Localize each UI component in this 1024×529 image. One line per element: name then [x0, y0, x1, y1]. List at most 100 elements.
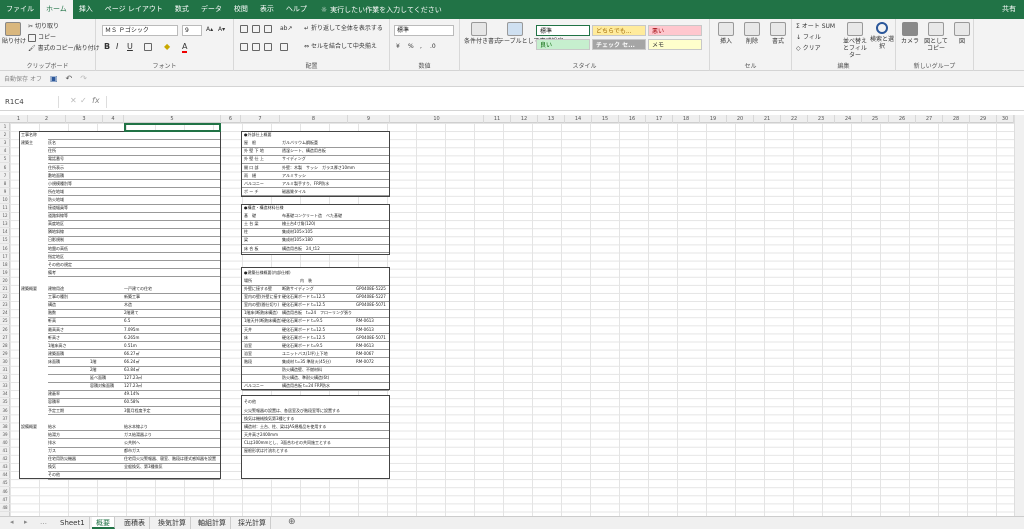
- align-top-button[interactable]: [240, 25, 248, 33]
- row-header[interactable]: 23: [0, 301, 10, 310]
- row-header[interactable]: 15: [0, 236, 10, 245]
- column-header[interactable]: 13: [538, 115, 565, 123]
- row-header[interactable]: 39: [0, 431, 10, 439]
- prev-sheet-icon[interactable]: ◂: [10, 518, 14, 526]
- sort-filter-button[interactable]: 並べ替えとフィルター: [842, 22, 868, 59]
- tab-view[interactable]: 表示: [254, 0, 280, 19]
- row-header[interactable]: 45: [0, 479, 10, 488]
- selected-cell[interactable]: [124, 123, 221, 132]
- vertical-scrollbar[interactable]: [1014, 115, 1024, 516]
- column-header[interactable]: 12: [511, 115, 538, 123]
- fill-button[interactable]: ↓ フィル: [796, 34, 821, 42]
- clear-button[interactable]: ◇ クリア: [796, 45, 821, 53]
- row-header[interactable]: 31: [0, 366, 10, 375]
- redo-icon[interactable]: ↷: [80, 74, 87, 83]
- column-header[interactable]: 6: [221, 115, 241, 123]
- style-bad[interactable]: 悪い: [648, 25, 702, 36]
- column-header[interactable]: 2: [28, 115, 66, 123]
- borders-button[interactable]: [144, 43, 152, 51]
- merge-center-button[interactable]: ⇔ セルを結合して中央揃え: [304, 43, 377, 51]
- tab-page-layout[interactable]: ページ レイアウト: [99, 0, 169, 19]
- row-header[interactable]: 40: [0, 439, 10, 447]
- sheet-tab-area[interactable]: 面積表: [120, 517, 150, 529]
- row-header[interactable]: 42: [0, 455, 10, 464]
- column-header[interactable]: 14: [565, 115, 592, 123]
- row-header[interactable]: 14: [0, 228, 10, 237]
- tab-formulas[interactable]: 数式: [169, 0, 195, 19]
- align-center-button[interactable]: [252, 43, 260, 51]
- font-color-button[interactable]: A: [182, 43, 188, 53]
- row-header[interactable]: 17: [0, 253, 10, 261]
- tab-insert[interactable]: 挿入: [73, 0, 99, 19]
- row-header[interactable]: 2: [0, 131, 10, 140]
- picture-button[interactable]: 図: [952, 22, 972, 45]
- undo-icon[interactable]: ↶: [66, 74, 73, 83]
- style-neutral[interactable]: どちらでも...: [592, 25, 646, 36]
- row-header[interactable]: 9: [0, 188, 10, 196]
- comma-button[interactable]: ,: [420, 43, 422, 51]
- row-header[interactable]: 1: [0, 123, 10, 132]
- camera-button[interactable]: カメラ: [898, 22, 922, 45]
- align-left-button[interactable]: [240, 43, 248, 51]
- row-header[interactable]: 24: [0, 309, 10, 318]
- column-header[interactable]: 24: [835, 115, 862, 123]
- indent-button[interactable]: [280, 43, 288, 51]
- font-shrink-button[interactable]: A▾: [218, 26, 225, 34]
- wrap-text-button[interactable]: ↵ 折り返して全体を表示する: [304, 25, 383, 33]
- tab-review[interactable]: 校閲: [228, 0, 254, 19]
- row-header[interactable]: 26: [0, 326, 10, 334]
- row-header[interactable]: 43: [0, 463, 10, 472]
- row-header[interactable]: 27: [0, 334, 10, 342]
- orientation-button[interactable]: ab↗: [280, 25, 293, 33]
- sheet-tab-overview[interactable]: 概要: [92, 517, 115, 529]
- column-header[interactable]: 27: [916, 115, 943, 123]
- cancel-icon[interactable]: ✕: [70, 96, 77, 105]
- name-box[interactable]: R1C4: [3, 96, 59, 108]
- column-header[interactable]: 21: [754, 115, 781, 123]
- row-header[interactable]: 37: [0, 415, 10, 423]
- column-header[interactable]: 4: [103, 115, 124, 123]
- row-header[interactable]: 4: [0, 147, 10, 156]
- column-header[interactable]: 17: [646, 115, 673, 123]
- column-header[interactable]: 8: [280, 115, 348, 123]
- column-header[interactable]: 7: [241, 115, 280, 123]
- row-header[interactable]: 11: [0, 204, 10, 213]
- row-header[interactable]: 21: [0, 285, 10, 294]
- row-header[interactable]: 6: [0, 164, 10, 172]
- font-name-select[interactable]: ＭＳ Ｐゴシック: [102, 25, 178, 36]
- style-normal[interactable]: 標準: [536, 25, 590, 36]
- format-painter-button[interactable]: 🖌 書式のコピー/貼り付け: [28, 45, 100, 53]
- column-header[interactable]: 29: [970, 115, 997, 123]
- style-check-cell[interactable]: チェック セ...: [592, 39, 646, 50]
- insert-cells-button[interactable]: 挿入: [714, 22, 738, 45]
- more-sheets-icon[interactable]: …: [40, 518, 47, 526]
- next-sheet-icon[interactable]: ▸: [24, 518, 28, 526]
- column-header[interactable]: 3: [66, 115, 103, 123]
- column-header[interactable]: 10: [390, 115, 484, 123]
- decimal-button[interactable]: .0: [430, 43, 436, 51]
- font-grow-button[interactable]: A▴: [206, 26, 213, 34]
- sheet-tab-lighting[interactable]: 採光計算: [234, 517, 271, 529]
- tab-help[interactable]: ヘルプ: [280, 0, 313, 19]
- row-header[interactable]: 34: [0, 390, 10, 399]
- row-header[interactable]: 46: [0, 488, 10, 496]
- row-header[interactable]: 32: [0, 374, 10, 383]
- column-header[interactable]: 30: [997, 115, 1014, 123]
- row-header[interactable]: 47: [0, 496, 10, 504]
- fill-color-button[interactable]: ◆: [164, 43, 170, 51]
- row-header[interactable]: 30: [0, 358, 10, 366]
- autosum-button[interactable]: Σ オート SUM: [796, 23, 835, 31]
- format-cells-button[interactable]: 書式: [766, 22, 790, 45]
- column-header[interactable]: 9: [348, 115, 390, 123]
- row-header[interactable]: 25: [0, 317, 10, 326]
- formula-input[interactable]: [106, 96, 1006, 108]
- format-as-table-button[interactable]: テーブルとして書式設定: [498, 22, 563, 45]
- column-header[interactable]: 20: [727, 115, 754, 123]
- column-header[interactable]: 26: [889, 115, 916, 123]
- column-header[interactable]: 22: [781, 115, 808, 123]
- row-header[interactable]: 35: [0, 398, 10, 407]
- column-header[interactable]: 15: [592, 115, 619, 123]
- row-header[interactable]: 44: [0, 471, 10, 480]
- fx-icon[interactable]: fx: [92, 96, 100, 105]
- tell-me-box[interactable]: ☼ 実行したい作業を入力してください: [321, 5, 442, 15]
